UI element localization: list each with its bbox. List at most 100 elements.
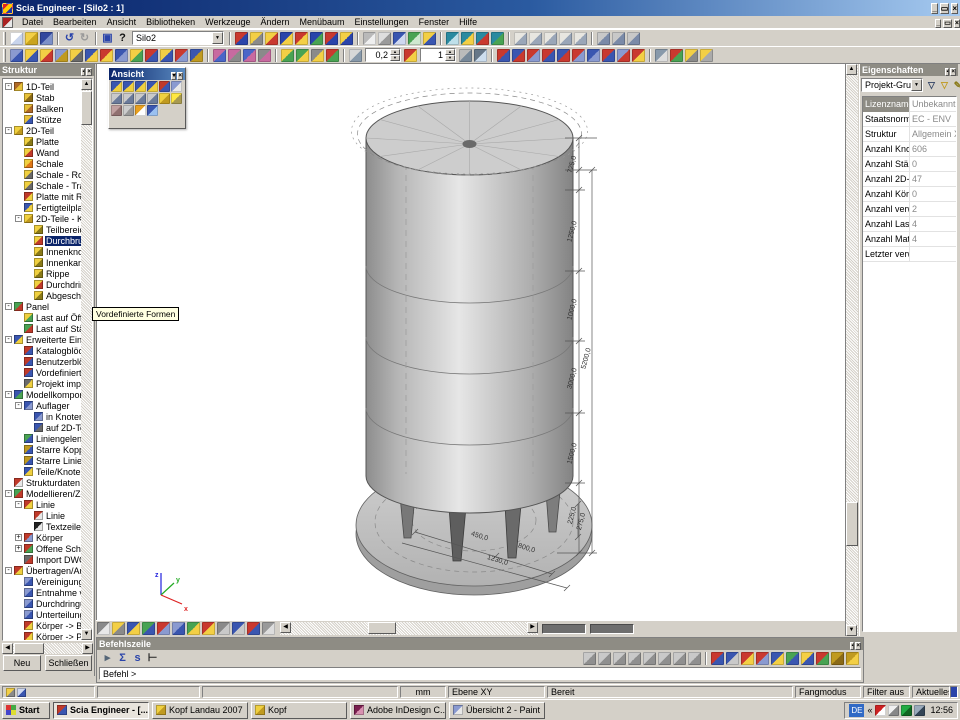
panel-header-button[interactable]: × bbox=[86, 68, 92, 76]
toolbar-icon[interactable] bbox=[408, 32, 421, 45]
tree-item[interactable]: Katalogblöcke bbox=[5, 345, 81, 356]
property-row[interactable]: Anzahl Knoten: 606 bbox=[863, 142, 956, 157]
toolbar-icon[interactable] bbox=[476, 32, 489, 45]
window-control-button[interactable]: × bbox=[951, 3, 958, 14]
tree-item[interactable]: - Übertragen/Aufteilen bbox=[5, 565, 81, 576]
tree-item[interactable]: Rippe bbox=[5, 268, 81, 279]
view-option-icon[interactable] bbox=[127, 622, 140, 635]
view-option-icon[interactable] bbox=[97, 622, 110, 635]
view-tool-icon[interactable] bbox=[159, 81, 170, 92]
viewport-vertical-scrollbar[interactable]: ▲ ▼ bbox=[845, 64, 858, 636]
snap-tool-icon[interactable] bbox=[628, 652, 641, 665]
view-tool-icon[interactable] bbox=[147, 81, 158, 92]
tree-expander[interactable]: - bbox=[15, 215, 22, 222]
tree-item[interactable]: Entnahme von Kö bbox=[5, 587, 81, 598]
panel-header-button[interactable]: × bbox=[950, 68, 956, 76]
tree-item[interactable]: - Modellkomponenten bbox=[5, 389, 81, 400]
tray-icon[interactable] bbox=[888, 705, 899, 716]
toolbar-icon[interactable] bbox=[559, 32, 572, 45]
tree-item[interactable]: Last auf Öffnungs bbox=[5, 312, 81, 323]
view-option-icon[interactable] bbox=[217, 622, 230, 635]
property-row[interactable]: Anzahl verwen.. 2 bbox=[863, 202, 956, 217]
scroll-right-icon[interactable]: ▶ bbox=[82, 643, 93, 654]
scroll-up-icon[interactable]: ▲ bbox=[846, 64, 857, 75]
view-tool-icon[interactable] bbox=[111, 93, 122, 104]
tree-item[interactable]: Liniengelenk auf bbox=[5, 433, 81, 444]
view-option-icon[interactable] bbox=[172, 622, 185, 635]
tree-item[interactable]: Fertigteilplatte bbox=[5, 202, 81, 213]
spinner-down-icon[interactable]: ▼ bbox=[445, 55, 455, 61]
toolbar-icon[interactable] bbox=[311, 49, 324, 62]
tree-item[interactable]: Stab bbox=[5, 92, 81, 103]
tree-item[interactable]: Abgeschnitten bbox=[5, 290, 81, 301]
status-icon[interactable] bbox=[17, 688, 26, 697]
model-viewport[interactable]: 725,0 1250,0 1000,0 3000,0 1500,0 225,0 … bbox=[96, 64, 845, 620]
menu-item[interactable]: Bibliotheken bbox=[141, 16, 200, 29]
tree-item[interactable]: auf 2D-Teil-K bbox=[5, 422, 81, 433]
toolbar-icon[interactable] bbox=[235, 32, 248, 45]
toolbar-icon[interactable] bbox=[40, 49, 53, 62]
snap-tool-icon[interactable] bbox=[688, 652, 701, 665]
tree-item[interactable]: - Panel bbox=[5, 301, 81, 312]
scrollbar-thumb[interactable] bbox=[14, 643, 44, 654]
toolbar-icon[interactable] bbox=[423, 32, 436, 45]
tree-item[interactable]: Stütze bbox=[5, 114, 81, 125]
snap-tool-icon[interactable] bbox=[786, 652, 799, 665]
view-option-icon[interactable] bbox=[202, 622, 215, 635]
snap-tool-icon[interactable] bbox=[846, 652, 859, 665]
status-unit[interactable]: mm bbox=[400, 686, 446, 698]
tree-item[interactable]: Platte mit Rippen bbox=[5, 191, 81, 202]
tree-item[interactable]: Innenknoten bbox=[5, 246, 81, 257]
toolbar-icon[interactable] bbox=[213, 49, 226, 62]
tree-item[interactable]: Wand bbox=[5, 147, 81, 158]
view-tool-icon[interactable] bbox=[135, 105, 146, 116]
snap-tool-icon[interactable] bbox=[613, 652, 626, 665]
view-tool-icon[interactable] bbox=[147, 93, 158, 104]
toolbar-icon[interactable] bbox=[281, 49, 294, 62]
toolbar-icon[interactable] bbox=[632, 49, 645, 62]
toolbar-icon[interactable] bbox=[310, 32, 323, 45]
mdi-control-button[interactable]: ▭ bbox=[943, 19, 952, 28]
tree-item[interactable]: Teilbereich bbox=[5, 224, 81, 235]
property-row[interactable]: Anzahl Körper: 0 bbox=[863, 187, 956, 202]
toolbar-icon[interactable] bbox=[544, 32, 557, 45]
toolbar-icon[interactable] bbox=[265, 32, 278, 45]
start-button[interactable]: Start bbox=[2, 702, 50, 719]
toolbar-icon[interactable] bbox=[574, 32, 587, 45]
view-tool-icon[interactable] bbox=[171, 81, 182, 92]
tree-item[interactable]: Schale bbox=[5, 158, 81, 169]
view-toolbar-button[interactable]: × bbox=[177, 72, 183, 80]
tree-item[interactable]: in Knoten bbox=[5, 411, 81, 422]
property-row[interactable]: Anzahl 2D-Tei.. 47 bbox=[863, 172, 956, 187]
toolbar-icon[interactable] bbox=[295, 32, 308, 45]
scroll-right-icon[interactable]: ▶ bbox=[527, 622, 538, 633]
toolbar-icon[interactable] bbox=[627, 32, 640, 45]
tree-item[interactable]: Durchbruch bbox=[5, 235, 81, 246]
toolbar-icon[interactable] bbox=[612, 32, 625, 45]
toolbar-icon[interactable] bbox=[491, 32, 504, 45]
chevron-down-icon[interactable]: ▼ bbox=[212, 32, 223, 44]
toolbar-icon[interactable] bbox=[258, 49, 271, 62]
tree-item[interactable]: Schale - Rotation bbox=[5, 169, 81, 180]
filter-icon[interactable]: ▽ bbox=[939, 80, 950, 91]
toolbar-icon[interactable] bbox=[280, 32, 293, 45]
tree-expander[interactable]: - bbox=[5, 391, 12, 398]
property-group-combo[interactable]: Projekt-Grundd ▼ bbox=[861, 78, 923, 92]
task-button[interactable]: Kopf bbox=[251, 702, 347, 719]
menu-item[interactable]: Menübaum bbox=[295, 16, 350, 29]
property-row[interactable]: Struktur Allgemein X.. bbox=[863, 127, 956, 142]
tree-item[interactable]: Strukturdaten kontrol bbox=[5, 477, 81, 488]
toolbar-icon[interactable] bbox=[685, 49, 698, 62]
toolbar-icon[interactable] bbox=[404, 49, 417, 62]
scroll-down-icon[interactable]: ▼ bbox=[846, 625, 857, 636]
window-control-button[interactable]: ▭ bbox=[940, 3, 950, 14]
tree-expander[interactable]: - bbox=[15, 501, 22, 508]
view-tool-icon[interactable] bbox=[123, 105, 134, 116]
toolbar-icon[interactable] bbox=[514, 32, 527, 45]
tree-item[interactable]: Last auf Stäbe bbox=[5, 323, 81, 334]
toolbar-icon[interactable] bbox=[243, 49, 256, 62]
task-button[interactable]: Übersicht 2 - Paint bbox=[449, 702, 545, 719]
property-row[interactable]: Anzahl Lastfäll.. 4 bbox=[863, 217, 956, 232]
snap-tool-icon[interactable] bbox=[771, 652, 784, 665]
view-option-icon[interactable] bbox=[232, 622, 245, 635]
